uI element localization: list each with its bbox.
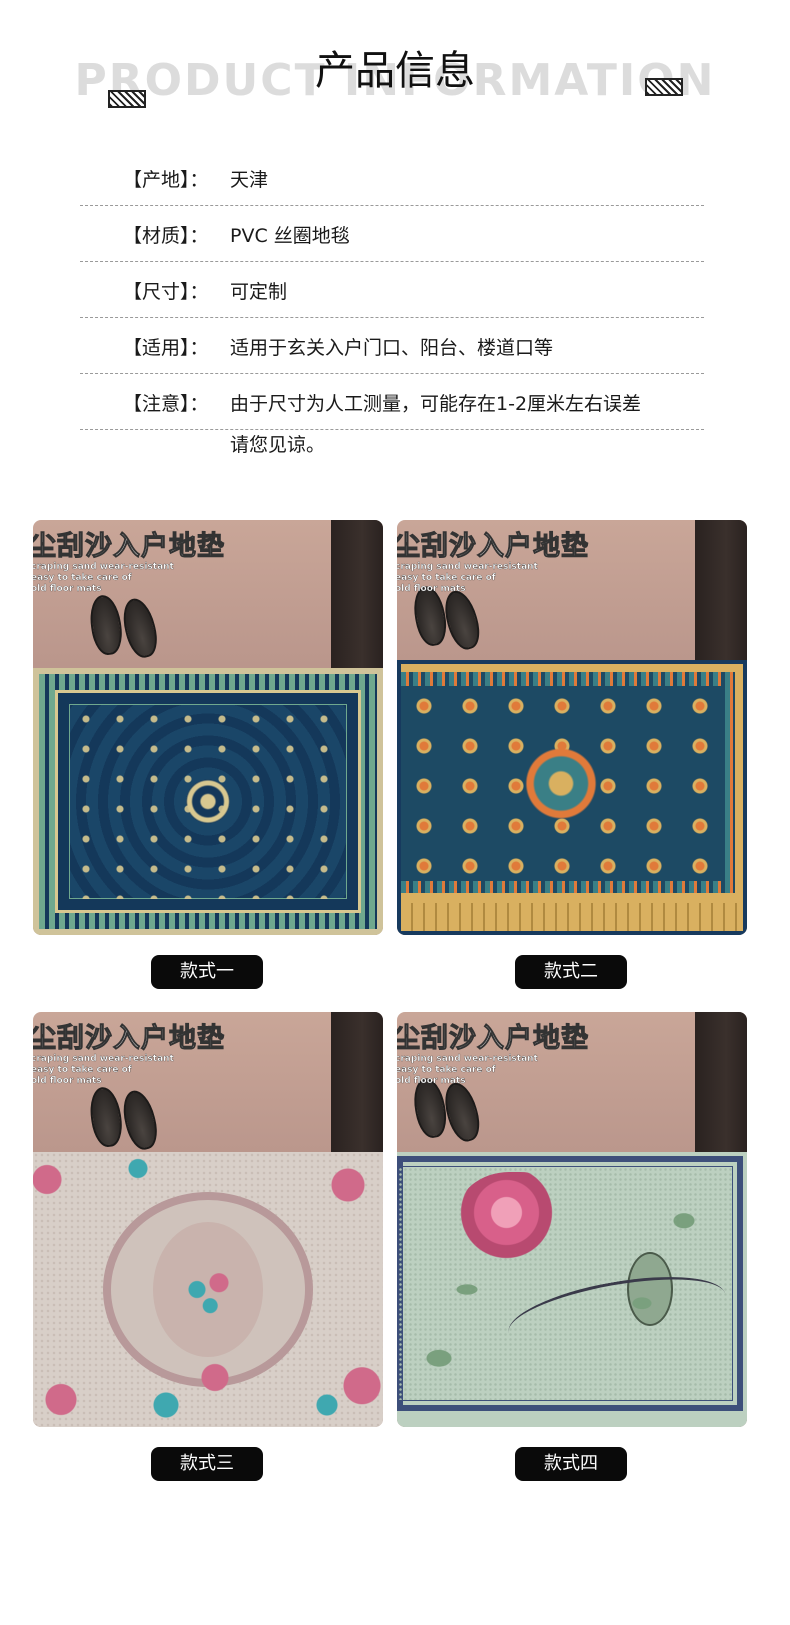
style-caption-3[interactable]: 款式三 bbox=[151, 1447, 263, 1481]
overlay-line: easy to take care of bbox=[33, 1065, 132, 1075]
decorative-pattern-left bbox=[108, 90, 146, 108]
rug-pattern bbox=[33, 1152, 383, 1427]
info-label: 【适用】： bbox=[123, 337, 209, 359]
overlay-line: old floor mats bbox=[397, 584, 466, 594]
overlay-subtitle: craping sand wear-resistant easy to take… bbox=[33, 1054, 174, 1087]
overlay-title: 尘刮沙入户地垫 bbox=[33, 1023, 225, 1055]
rug-pattern bbox=[33, 668, 383, 935]
overlay-subtitle: craping sand wear-resistant easy to take… bbox=[397, 1054, 538, 1087]
note-continuation: 请您见谅。 bbox=[230, 434, 326, 456]
overlay-line: easy to take care of bbox=[33, 573, 132, 583]
overlay-line: old floor mats bbox=[397, 1076, 466, 1086]
product-image-2[interactable]: 尘刮沙入户地垫 craping sand wear-resistant easy… bbox=[397, 520, 747, 935]
info-row-note: 【注意】： 由于尺寸为人工测量，可能存在1-2厘米左右误差 bbox=[80, 374, 704, 430]
rug-pattern bbox=[397, 1152, 747, 1427]
overlay-line: easy to take care of bbox=[397, 1065, 496, 1075]
section-header: PRODUCT INFORMATION 产品信息 bbox=[0, 0, 790, 120]
rug-pattern bbox=[397, 660, 747, 935]
overlay-title: 尘刮沙入户地垫 bbox=[397, 531, 589, 563]
info-label: 【尺寸】： bbox=[123, 281, 209, 303]
overlay-line: craping sand wear-resistant bbox=[397, 562, 538, 572]
overlay-line: craping sand wear-resistant bbox=[33, 562, 174, 572]
overlay-line: craping sand wear-resistant bbox=[33, 1054, 174, 1064]
overlay-line: old floor mats bbox=[33, 584, 102, 594]
product-image-4[interactable]: 尘刮沙入户地垫 craping sand wear-resistant easy… bbox=[397, 1012, 747, 1427]
product-image-3[interactable]: 尘刮沙入户地垫 craping sand wear-resistant easy… bbox=[33, 1012, 383, 1427]
info-label: 【材质】： bbox=[123, 225, 209, 247]
overlay-subtitle: craping sand wear-resistant easy to take… bbox=[33, 562, 174, 595]
overlay-line: craping sand wear-resistant bbox=[397, 1054, 538, 1064]
info-row-size: 【尺寸】： 可定制 bbox=[80, 262, 704, 318]
info-value: PVC 丝圈地毯 bbox=[230, 225, 350, 247]
overlay-subtitle: craping sand wear-resistant easy to take… bbox=[397, 562, 538, 595]
product-image-1[interactable]: 尘刮沙入户地垫 craping sand wear-resistant easy… bbox=[33, 520, 383, 935]
info-value: 由于尺寸为人工测量，可能存在1-2厘米左右误差 bbox=[230, 393, 642, 415]
info-label: 【注意】： bbox=[123, 393, 209, 415]
product-info-list: 【产地】： 天津 【材质】： PVC 丝圈地毯 【尺寸】： 可定制 【适用】： … bbox=[80, 150, 704, 430]
info-value: 可定制 bbox=[230, 281, 288, 303]
decorative-pattern-right bbox=[645, 78, 683, 96]
overlay-line: easy to take care of bbox=[397, 573, 496, 583]
info-row-material: 【材质】： PVC 丝圈地毯 bbox=[80, 206, 704, 262]
info-label: 【产地】： bbox=[123, 169, 209, 191]
info-row-usage: 【适用】： 适用于玄关入户门口、阳台、楼道口等 bbox=[80, 318, 704, 374]
info-row-origin: 【产地】： 天津 bbox=[80, 150, 704, 206]
overlay-line: old floor mats bbox=[33, 1076, 102, 1086]
style-caption-2[interactable]: 款式二 bbox=[515, 955, 627, 989]
style-caption-1[interactable]: 款式一 bbox=[151, 955, 263, 989]
style-caption-4[interactable]: 款式四 bbox=[515, 1447, 627, 1481]
overlay-title: 尘刮沙入户地垫 bbox=[397, 1023, 589, 1055]
overlay-title: 尘刮沙入户地垫 bbox=[33, 531, 225, 563]
info-value: 适用于玄关入户门口、阳台、楼道口等 bbox=[230, 337, 554, 359]
info-value: 天津 bbox=[230, 169, 269, 191]
